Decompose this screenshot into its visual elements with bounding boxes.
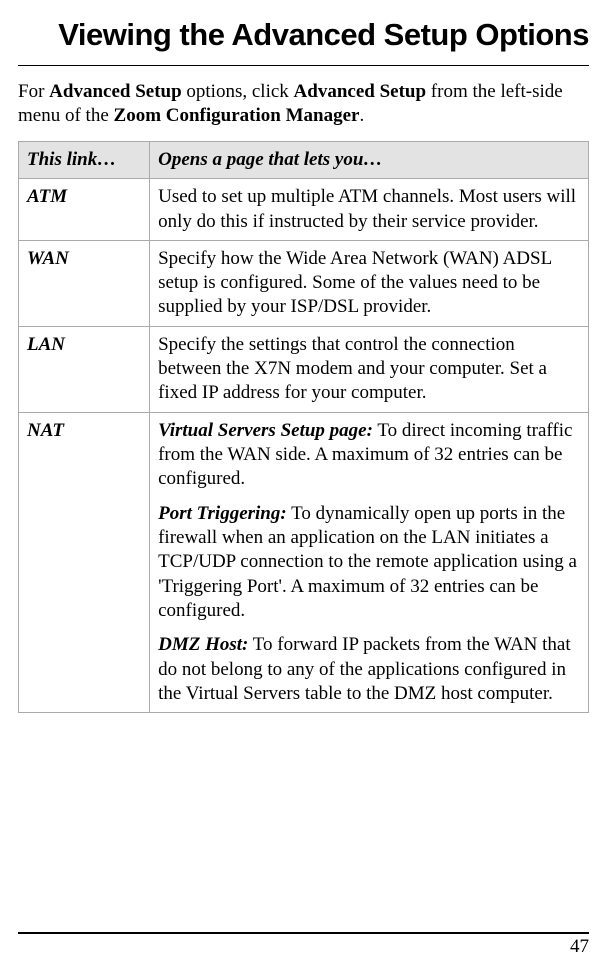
header-link: This link… (19, 141, 150, 178)
table-row: ATM Used to set up multiple ATM channels… (19, 179, 589, 241)
page-footer: 47 (18, 932, 589, 958)
nat-dmz-section: DMZ Host: To forward IP packets from the… (158, 633, 580, 706)
nat-port-label: Port Triggering: (158, 503, 287, 524)
link-nat: NAT (19, 412, 150, 712)
table-header-row: This link… Opens a page that lets you… (19, 141, 589, 178)
intro-suffix: . (359, 105, 364, 126)
desc-lan: Specify the settings that control the co… (150, 326, 589, 412)
link-lan: LAN (19, 326, 150, 412)
intro-bold2: Advanced Setup (294, 81, 427, 102)
nat-dmz-label: DMZ Host: (158, 634, 248, 655)
intro-bold3: Zoom Configuration Manager (114, 105, 360, 126)
desc-nat: Virtual Servers Setup page: To direct in… (150, 412, 589, 712)
page-heading: Viewing the Advanced Setup Options (18, 12, 589, 59)
link-atm: ATM (19, 179, 150, 241)
desc-wan: Specify how the Wide Area Network (WAN) … (150, 240, 589, 326)
table-row: WAN Specify how the Wide Area Network (W… (19, 240, 589, 326)
page-number: 47 (18, 936, 589, 958)
advanced-setup-table: This link… Opens a page that lets you… A… (18, 141, 589, 713)
footer-rule (18, 932, 589, 934)
nat-virtual-label: Virtual Servers Setup page: (158, 420, 373, 441)
heading-rule (18, 65, 589, 66)
intro-paragraph: For Advanced Setup options, click Advanc… (18, 80, 589, 129)
link-wan: WAN (19, 240, 150, 326)
table-row: NAT Virtual Servers Setup page: To direc… (19, 412, 589, 712)
intro-prefix: For (18, 81, 49, 102)
nat-virtual-section: Virtual Servers Setup page: To direct in… (158, 419, 580, 492)
table-row: LAN Specify the settings that control th… (19, 326, 589, 412)
intro-bold1: Advanced Setup (49, 81, 182, 102)
nat-port-section: Port Triggering: To dynamically open up … (158, 502, 580, 624)
intro-mid1: options, click (182, 81, 294, 102)
header-desc: Opens a page that lets you… (150, 141, 589, 178)
desc-atm: Used to set up multiple ATM channels. Mo… (150, 179, 589, 241)
